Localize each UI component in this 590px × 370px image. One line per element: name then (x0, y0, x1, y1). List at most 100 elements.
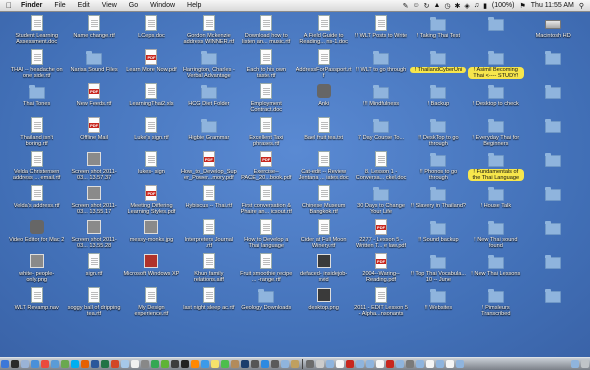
desktop-item[interactable]: 30 Days to Change Your Life (352, 184, 409, 218)
desktop-item[interactable] (525, 320, 582, 354)
desktop-item[interactable]: ! Asimil Becoming Thai <---- STUDY! (467, 48, 524, 82)
desktop-item[interactable] (525, 150, 582, 184)
desktop-item[interactable]: Video Editor for Mac 2 (8, 218, 65, 252)
app-store-icon[interactable] (261, 360, 269, 368)
menu-help[interactable]: Help (181, 0, 207, 11)
itunes-icon[interactable] (51, 360, 59, 368)
time-machine-icon[interactable]: ◷ (444, 2, 450, 10)
desktop-item[interactable]: LCeps.doc (123, 14, 180, 48)
iphoto-icon[interactable] (281, 360, 289, 368)
utility-icon[interactable] (316, 360, 324, 368)
flag-icon[interactable]: ⚑ (520, 2, 526, 10)
desktop-item[interactable] (525, 184, 582, 218)
apple-menu-icon[interactable]:  (3, 1, 15, 10)
desktop-item[interactable]: !! WLT to go through (352, 48, 409, 82)
desktop-item[interactable] (525, 252, 582, 286)
desktop-item[interactable]: !! Sound backup (410, 218, 467, 252)
clock[interactable]: Thu 11:55 AM (531, 2, 574, 9)
desktop-item[interactable]: How_to_Develop_Sup er_Power...mory.pdf (180, 150, 237, 184)
volume-icon[interactable]: ♫ (474, 2, 479, 9)
desktop-item[interactable]: !! Websites (410, 286, 467, 320)
skype-icon[interactable] (71, 360, 79, 368)
desktop-item[interactable]: Thai Tones (8, 82, 65, 116)
desktop-item[interactable]: 2277 - Lesson 5 - Written T... e law.pdf (352, 218, 409, 252)
desktop-item[interactable] (295, 320, 352, 354)
desktop-item[interactable]: Offline Mail (65, 116, 122, 150)
desktop-item[interactable]: lukes- sign (123, 150, 180, 184)
desktop-item[interactable] (410, 320, 467, 354)
desktop-item[interactable]: Higbie Grammar (180, 116, 237, 150)
preview-icon[interactable] (121, 360, 129, 368)
folder-icon[interactable] (436, 360, 444, 368)
desktop-item[interactable]: Fruit smoothie recipe ... -range.rtf (238, 252, 295, 286)
activity-icon[interactable] (271, 360, 279, 368)
desktop-item[interactable]: Screen shot 2011-03... 13.55.28 (65, 218, 122, 252)
sync-icon[interactable]: ↻ (424, 2, 430, 10)
desktop-item[interactable]: Employment Contract.doc (238, 82, 295, 116)
desktop-item[interactable] (180, 320, 237, 354)
anki-icon[interactable] (171, 360, 179, 368)
desktop-item[interactable] (8, 320, 65, 354)
dropbox-icon[interactable] (201, 360, 209, 368)
garageband-icon[interactable] (291, 360, 299, 368)
address-book-icon[interactable] (231, 360, 239, 368)
wifi-icon[interactable]: ◈ (464, 2, 469, 10)
desktop-item[interactable]: Screen shot 2011-03... 13.57.37 (65, 150, 122, 184)
system-prefs-icon[interactable] (141, 360, 149, 368)
desktop-item[interactable]: Bael fruit tea.txt (295, 116, 352, 150)
desktop-item[interactable]: Learn More Now.pdf (123, 48, 180, 82)
menu-finder[interactable]: Finder (15, 0, 48, 11)
desktop-item[interactable] (123, 320, 180, 354)
folder-icon[interactable] (326, 360, 334, 368)
folder-icon[interactable] (356, 360, 364, 368)
folder-icon[interactable] (396, 360, 404, 368)
desktop-item[interactable]: First conversation & Phaire an... icsout… (238, 184, 295, 218)
desktop-item[interactable]: Narisa Sound Files (65, 48, 122, 82)
desktop-item[interactable]: 2004--Waring-- Reading.pdf (352, 252, 409, 286)
desktop-item[interactable]: ! House Talk (467, 184, 524, 218)
spotlight-icon[interactable]: ⚲ (579, 2, 584, 10)
ical-icon[interactable] (41, 360, 49, 368)
desktop-item[interactable]: Screen shot 2011-03... 13.55.17 (65, 184, 122, 218)
desktop-item[interactable]: !!! Mindfulness (352, 82, 409, 116)
stickies-icon[interactable] (211, 360, 219, 368)
desktop-item[interactable] (238, 320, 295, 354)
desktop-item[interactable]: Khun family relations.aiff (180, 252, 237, 286)
desktop-item[interactable] (65, 320, 122, 354)
battery-percent[interactable]: (100%) (492, 2, 515, 9)
folder-icon[interactable] (366, 360, 374, 368)
desktop-item[interactable]: ! New Thai sound found (467, 218, 524, 252)
desktop-item[interactable]: Download how to listen an... music.rtf (238, 14, 295, 48)
desktop-item[interactable] (467, 320, 524, 354)
doc-icon[interactable] (426, 360, 434, 368)
photo-icon[interactable] (61, 360, 69, 368)
desktop-item[interactable]: How to Develop a Thai language review.rt… (238, 218, 295, 252)
desktop-item[interactable]: Luke's sign.rtf (123, 116, 180, 150)
desktop-item[interactable]: Harrington, Charles - Verbal Advantage (180, 48, 237, 82)
desktop-item[interactable]: ! Fundamentals of the Thai Language (467, 150, 524, 184)
desktop-item[interactable] (352, 320, 409, 354)
desktop-item[interactable]: WLT Revamp.nav (8, 286, 65, 320)
powerpoint-icon[interactable] (111, 360, 119, 368)
menu-view[interactable]: View (96, 0, 123, 11)
desktop-item[interactable]: sign.rtf (65, 252, 122, 286)
notes-icon[interactable]: ✎ (403, 2, 409, 10)
desktop-item[interactable]: !! Slavery in Thailand? (410, 184, 467, 218)
folder-icon[interactable] (416, 360, 424, 368)
desktop-item[interactable]: Cider at Full Moon Winery.rtf (295, 218, 352, 252)
desktop-item[interactable]: Student Learning Assessment.doc (8, 14, 65, 48)
desktop-item[interactable]: Hybiscus -- Thai.rtf (180, 184, 237, 218)
safari-icon[interactable] (31, 360, 39, 368)
desktop-item[interactable] (525, 48, 582, 82)
downloads-stack-icon[interactable] (571, 360, 579, 368)
chrome-icon[interactable] (151, 360, 159, 368)
desktop-item[interactable]: Gordon Mckenzie address WINNER.rtf (180, 14, 237, 48)
bluetooth-icon[interactable]: ✱ (455, 2, 461, 10)
desktop-item[interactable]: ! ThailandCyberUni (410, 48, 467, 82)
desktop-item[interactable]: My Design experience.rtf (123, 286, 180, 320)
calculator-icon[interactable] (251, 360, 259, 368)
desktop-item[interactable]: Each to his own taste.rtf (238, 48, 295, 82)
terminal-icon[interactable] (181, 360, 189, 368)
desktop-item[interactable]: ! Taking Thai Test (410, 14, 467, 48)
photoshop-icon[interactable] (241, 360, 249, 368)
